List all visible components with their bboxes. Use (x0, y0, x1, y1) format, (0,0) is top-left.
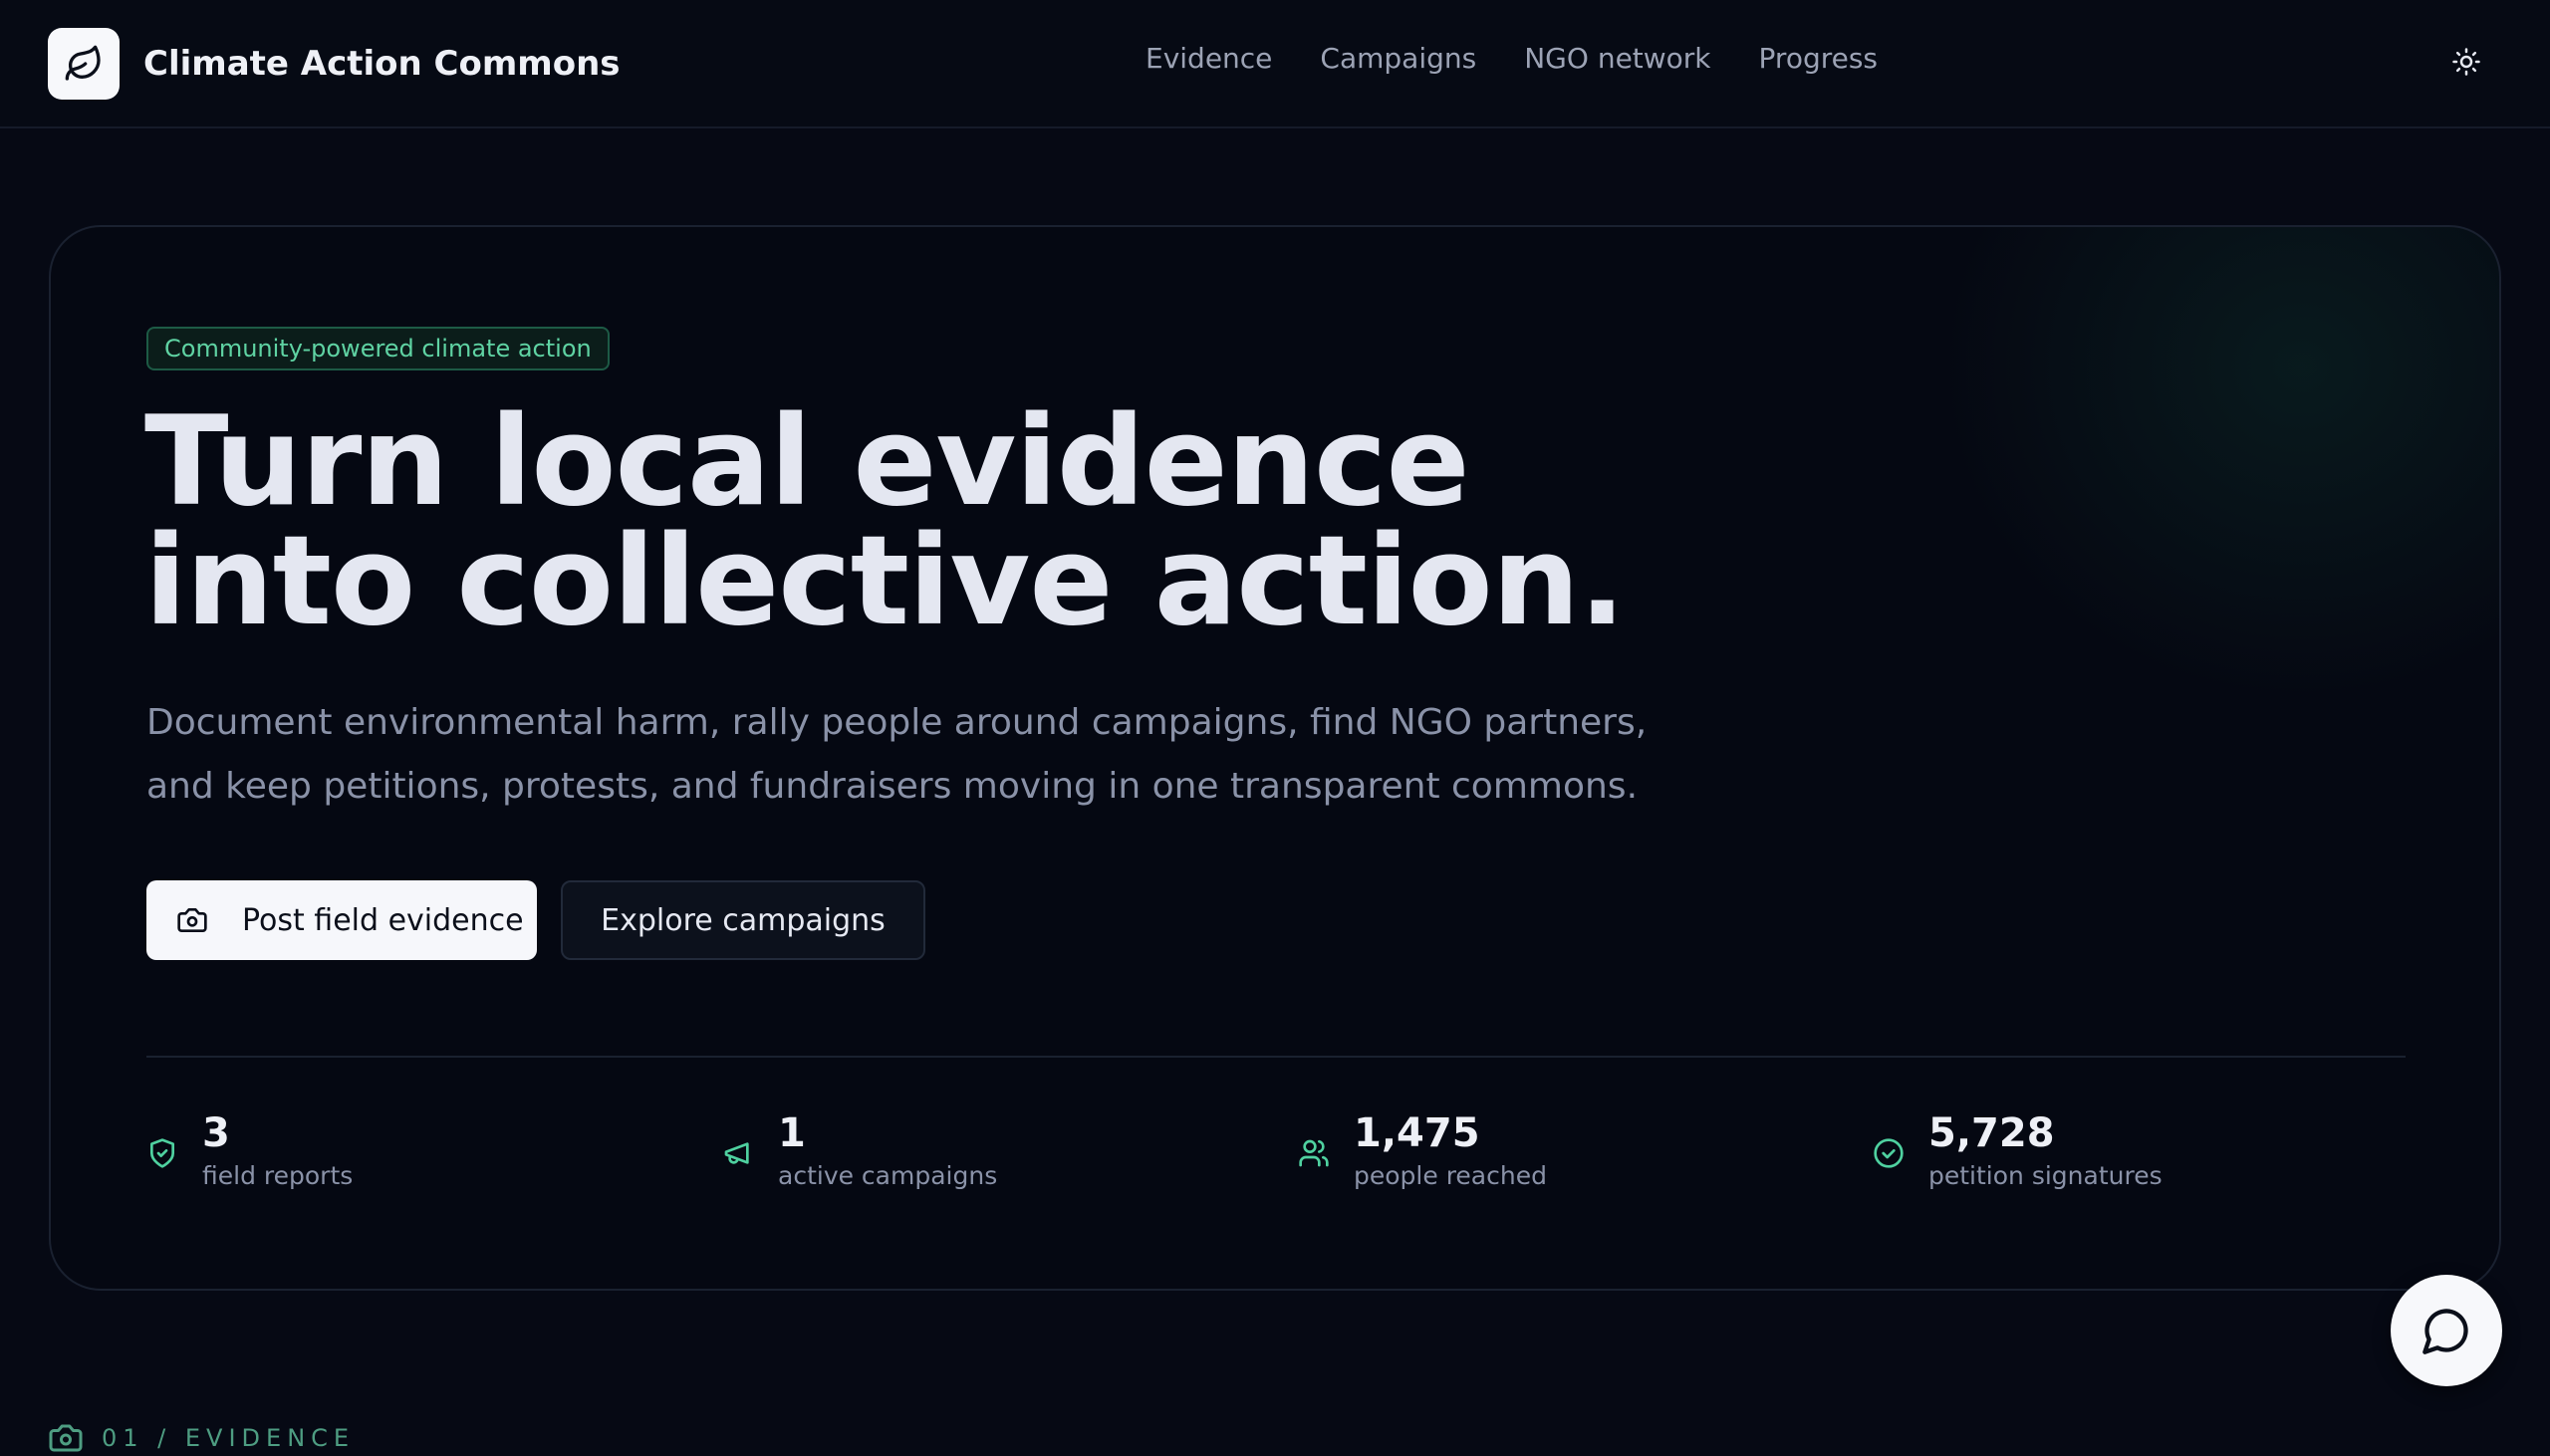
top-navigation-bar: Climate Action Commons Evidence Campaign… (0, 0, 2550, 128)
main-nav: Evidence Campaigns NGO network Progress (1146, 42, 1925, 75)
post-field-evidence-label: Post field evidence (242, 902, 524, 938)
stat-value: 3 (202, 1110, 230, 1156)
nav-item-progress[interactable]: Progress (1759, 42, 1879, 75)
stat-people-reached: 1,475 people reached (1298, 1109, 1547, 1190)
nav-item-ngo-network[interactable]: NGO network (1524, 42, 1710, 75)
stat-petition-signatures: 5,728 petition signatures (1873, 1109, 2163, 1190)
camera-icon (176, 904, 208, 936)
hero-description: Document environmental harm, rally peopl… (146, 691, 1840, 819)
users-icon (1298, 1137, 1330, 1169)
hero-headline: Turn local evidence into collective acti… (144, 400, 1838, 643)
stat-value: 1,475 (1354, 1110, 1480, 1156)
explore-campaigns-label: Explore campaigns (601, 902, 886, 938)
stat-label: people reached (1354, 1161, 1547, 1190)
camera-icon (48, 1420, 84, 1456)
nav-item-campaigns[interactable]: Campaigns (1320, 42, 1476, 75)
section-label-text: 01 / EVIDENCE (102, 1424, 356, 1452)
chat-button[interactable] (2391, 1275, 2502, 1386)
description-line-2: and keep petitions, protests, and fundra… (146, 766, 1639, 807)
headline-line-2: into collective action. (144, 510, 1626, 653)
megaphone-icon (722, 1137, 754, 1169)
app-title: Climate Action Commons (143, 44, 621, 84)
section-label-evidence: 01 / EVIDENCE (48, 1420, 355, 1456)
hero-card: Community-powered climate action Turn lo… (49, 225, 2501, 1291)
shield-check-icon (146, 1137, 178, 1169)
nav-item-evidence[interactable]: Evidence (1146, 42, 1272, 75)
hero-badge: Community-powered climate action (146, 327, 610, 370)
description-line-1: Document environmental harm, rally peopl… (146, 702, 1648, 743)
explore-campaigns-button[interactable]: Explore campaigns (561, 880, 925, 960)
stat-field-reports: 3 field reports (146, 1109, 353, 1190)
stat-label: petition signatures (1928, 1161, 2163, 1190)
chat-bubble-icon (2421, 1305, 2472, 1356)
brand[interactable]: Climate Action Commons (48, 28, 621, 100)
stat-label: field reports (202, 1161, 354, 1190)
stats-divider (146, 1056, 2406, 1058)
post-field-evidence-button[interactable]: Post field evidence (146, 880, 537, 960)
sun-icon (2451, 47, 2481, 81)
check-circle-icon (1873, 1137, 1905, 1169)
leaf-icon (48, 28, 120, 100)
stat-active-campaigns: 1 active campaigns (722, 1109, 997, 1190)
theme-toggle-button[interactable] (2446, 44, 2486, 84)
stat-value: 1 (778, 1110, 806, 1156)
stat-label: active campaigns (778, 1161, 998, 1190)
stat-value: 5,728 (1928, 1110, 2055, 1156)
